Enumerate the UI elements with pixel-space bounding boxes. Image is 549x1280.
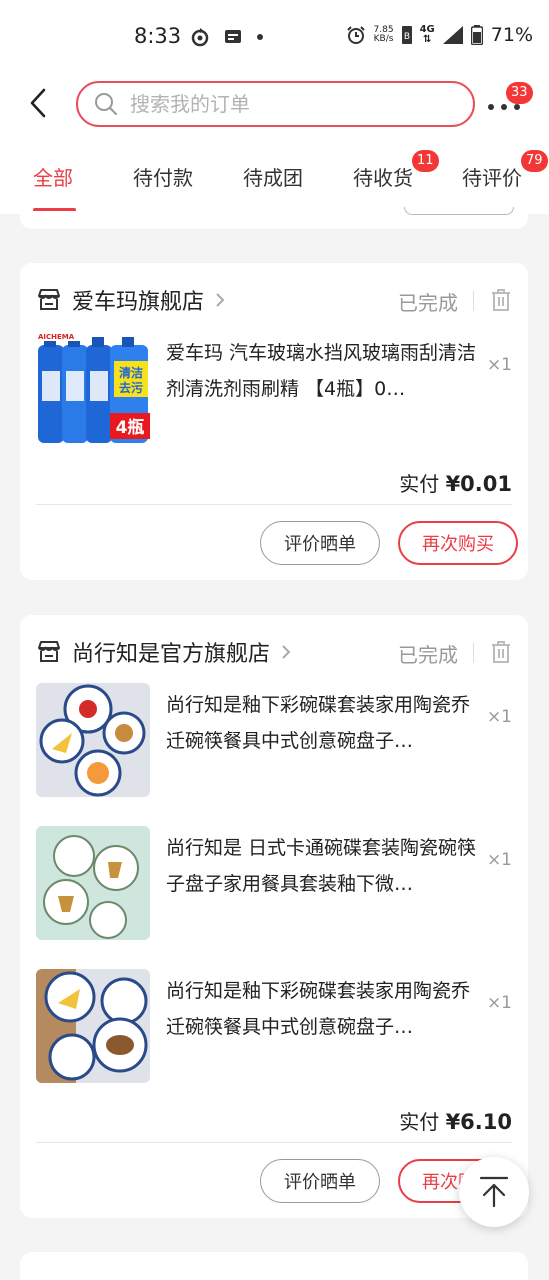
back-button[interactable]: [24, 86, 54, 120]
shop-link[interactable]: 爱车玛旗舰店: [36, 285, 226, 315]
product-title: 尚行知是 日式卡通碗碟套装陶瓷碗筷子盘子家用餐具套装釉下微…: [166, 837, 477, 895]
tab-pending-receipt[interactable]: 待收货: [353, 162, 413, 191]
more-icon: [488, 104, 520, 110]
scroll-to-top-button[interactable]: [459, 1157, 529, 1227]
header: 33: [0, 74, 549, 140]
order-item[interactable]: AICHEMA 清洁 去污 4瓶 爱车玛 汽车玻璃水挡风玻璃雨刮清洁剂清洗剂雨刷…: [36, 331, 512, 447]
battery-percent: 71%: [490, 24, 533, 46]
previous-card-button[interactable]: [404, 207, 514, 215]
store-icon: [38, 289, 60, 310]
product-image: [36, 826, 150, 940]
arrow-up-icon: [479, 1176, 509, 1208]
order-status: 已完成: [398, 643, 458, 667]
message-icon: [225, 30, 241, 43]
shop-name: 爱车玛旗舰店: [72, 290, 205, 315]
search-box[interactable]: [76, 81, 475, 127]
svg-text:B: B: [404, 32, 410, 42]
paid-amount: ¥0.01: [445, 472, 512, 496]
status-time: 8:33: [134, 24, 182, 48]
delete-icon[interactable]: [490, 640, 512, 664]
product-title: 尚行知是釉下彩碗碟套装家用陶瓷乔迁碗筷餐具中式创意碗盘子…: [166, 980, 471, 1038]
signal-icon: [442, 26, 463, 44]
alarm-icon: [346, 26, 365, 44]
product-image: [36, 969, 150, 1083]
hd-icon: B: [401, 26, 412, 44]
previous-order-card: [20, 207, 528, 229]
divider: [473, 643, 474, 663]
product-quantity: ×1: [486, 355, 512, 375]
product-image: [36, 683, 150, 797]
paid-label: 实付: [399, 472, 440, 496]
shop-link[interactable]: 尚行知是官方旗舰店: [36, 637, 292, 667]
chevron-right-icon: [216, 293, 225, 307]
chevron-right-icon: [282, 645, 291, 659]
order-tabs: 全部 待付款 待成团 待收货 11 待评价 79: [0, 140, 549, 214]
search-icon: [95, 93, 117, 115]
status-left-icons: [190, 27, 264, 47]
tab-pending-review-badge: 79: [521, 150, 548, 172]
tab-pending-receipt-badge: 11: [412, 150, 439, 172]
network-type: 4G ⇅: [419, 24, 435, 45]
next-order-card: [20, 1252, 528, 1280]
store-icon: [38, 641, 60, 662]
paid-label: 实付: [399, 1110, 440, 1134]
tab-pending-group[interactable]: 待成团: [243, 162, 303, 191]
divider: [36, 1142, 512, 1143]
net-speed: 7.85 KB/s: [373, 25, 394, 44]
dot-icon: [257, 34, 263, 40]
review-button[interactable]: 评价晒单: [260, 1159, 380, 1203]
tab-pending-payment[interactable]: 待付款: [133, 162, 193, 191]
shop-name: 尚行知是官方旗舰店: [72, 642, 271, 667]
order-item[interactable]: 尚行知是 日式卡通碗碟套装陶瓷碗筷子盘子家用餐具套装釉下微… ×1: [36, 826, 512, 942]
order-status: 已完成: [398, 291, 458, 315]
svg-text:去污: 去污: [119, 380, 143, 395]
tab-all[interactable]: 全部: [33, 162, 73, 191]
divider: [36, 504, 512, 505]
status-bar: 8:33 7.85 KB/s B 4G ⇅ 71%: [0, 0, 549, 74]
paid-total: 实付 ¥6.10: [399, 1106, 512, 1135]
svg-text:清洁: 清洁: [119, 365, 143, 380]
order-card: 爱车玛旗舰店 已完成 AICHEMA 清洁 去污 4瓶 爱车玛 汽车玻璃水挡风玻…: [20, 263, 528, 580]
product-quantity: ×1: [486, 850, 512, 870]
paid-total: 实付 ¥0.01: [399, 468, 512, 497]
order-card: 尚行知是官方旗舰店 已完成 尚行知是釉下彩碗碟套装家用陶瓷乔迁碗筷餐具中式创意碗…: [20, 615, 528, 1218]
tab-pending-review[interactable]: 待评价: [462, 162, 522, 191]
paid-amount: ¥6.10: [445, 1110, 512, 1134]
product-title: 尚行知是釉下彩碗碟套装家用陶瓷乔迁碗筷餐具中式创意碗盘子…: [166, 694, 471, 752]
svg-text:AICHEMA: AICHEMA: [38, 333, 75, 341]
sync-icon: [191, 28, 209, 47]
battery-icon: [470, 25, 483, 45]
delete-icon[interactable]: [490, 288, 512, 312]
rebuy-button[interactable]: 再次购买: [398, 521, 518, 565]
divider: [473, 291, 474, 311]
order-item[interactable]: 尚行知是釉下彩碗碟套装家用陶瓷乔迁碗筷餐具中式创意碗盘子… ×1: [36, 969, 512, 1085]
product-image: AICHEMA 清洁 去污 4瓶: [36, 331, 150, 445]
more-badge: 33: [506, 82, 533, 104]
status-right-icons: 7.85 KB/s B 4G ⇅ 71%: [346, 24, 533, 46]
review-button[interactable]: 评价晒单: [260, 521, 380, 565]
product-quantity: ×1: [486, 993, 512, 1013]
more-button[interactable]: 33: [486, 82, 533, 122]
product-title: 爱车玛 汽车玻璃水挡风玻璃雨刮清洁剂清洗剂雨刷精 【4瓶】0…: [166, 342, 477, 400]
order-item[interactable]: 尚行知是釉下彩碗碟套装家用陶瓷乔迁碗筷餐具中式创意碗盘子… ×1: [36, 683, 512, 799]
svg-text:4瓶: 4瓶: [116, 417, 145, 438]
product-quantity: ×1: [486, 707, 512, 727]
search-input[interactable]: [130, 92, 430, 116]
